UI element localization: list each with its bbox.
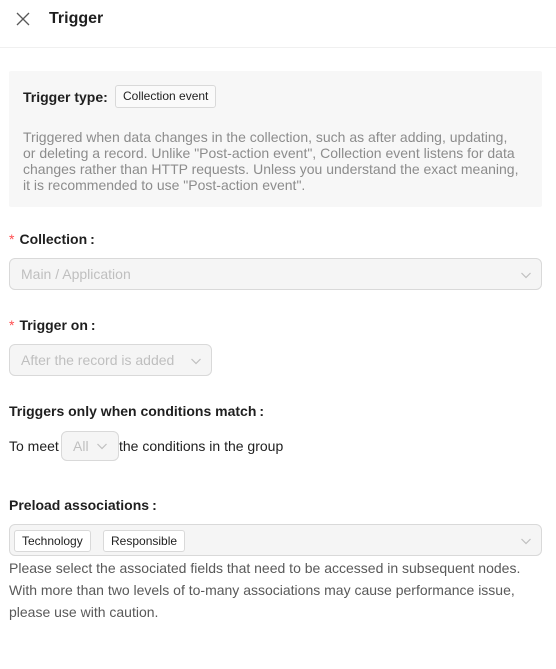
chevron-down-icon [97,443,107,450]
drawer-header: Trigger [0,0,556,48]
required-mark: * [9,317,15,333]
conditions-prefix: To meet [9,438,59,454]
conditions-suffix: the conditions in the group [119,438,284,454]
condition-mode-value: All [73,438,89,454]
trigger-on-value: After the record is added [21,352,175,368]
condition-mode-select[interactable]: All [61,431,119,461]
close-icon [16,12,30,26]
collection-value: Main / Application [21,266,131,282]
trigger-on-select[interactable]: After the record is added [9,344,212,376]
drawer-title: Trigger [49,10,104,27]
collection-label: * Collection: [9,231,95,247]
preload-select[interactable]: Technology Responsible [9,524,542,556]
chevron-down-icon [521,272,531,279]
chevron-down-icon [191,358,201,365]
preload-help-text: Please select the associated fields that… [9,560,521,620]
chevron-down-icon [521,538,531,545]
trigger-type-tag: Collection event [115,85,217,108]
conditions-row: To meet All the conditions in the group [9,431,529,461]
collection-select[interactable]: Main / Application [9,258,542,290]
required-mark: * [9,231,15,247]
trigger-type-description: Triggered when data changes in the colle… [23,129,519,193]
preload-tag-technology: Technology [14,530,91,552]
preload-label: Preload associations: [9,497,157,513]
close-button[interactable] [13,9,33,29]
trigger-type-card: Trigger type: Collection event Triggered… [9,71,542,207]
conditions-label: Triggers only when conditions match: [9,403,265,419]
trigger-on-label: * Trigger on: [9,317,96,333]
trigger-type-label: Trigger type: [23,89,108,105]
preload-tag-responsible: Responsible [103,530,186,552]
